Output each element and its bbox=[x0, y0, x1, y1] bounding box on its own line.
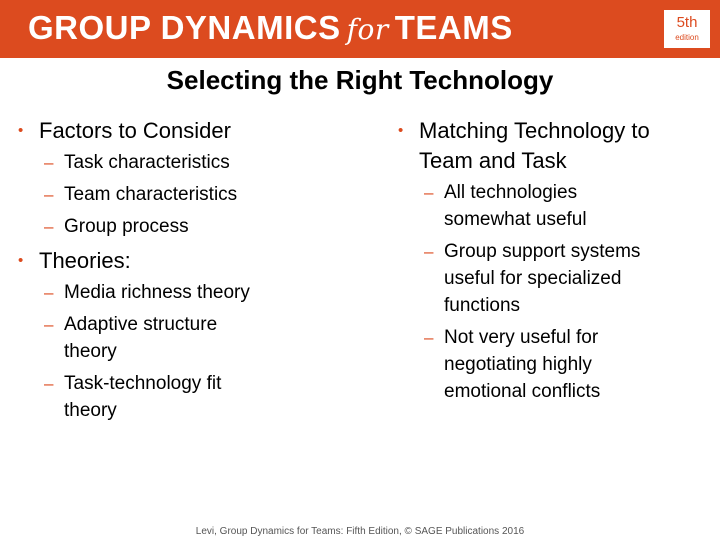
sub-bullet-text: Adaptive structure theory bbox=[64, 314, 218, 362]
sub-bullet-text: Team characteristics bbox=[64, 184, 238, 205]
dash-icon: – bbox=[44, 153, 54, 172]
dash-icon: – bbox=[44, 283, 54, 302]
slide-title: Selecting the Right Technology bbox=[166, 65, 554, 95]
bullet-dot-icon: • bbox=[18, 252, 24, 269]
sub-bullet-text: Media richness theory bbox=[64, 282, 250, 303]
sub-bullet-text: Group support systems useful for special… bbox=[444, 241, 641, 316]
edition-word: edition bbox=[675, 33, 699, 42]
bullet-dot-icon: • bbox=[398, 122, 404, 139]
bullet-dot-icon: • bbox=[18, 122, 24, 139]
sub-bullet: – Group support systems useful for specia… bbox=[419, 238, 689, 319]
dash-icon: – bbox=[44, 185, 54, 204]
sub-bullet-text: Task characteristics bbox=[64, 152, 230, 173]
bullet-theories: • Theories: – Media richness theory – Adap… bbox=[18, 246, 363, 424]
dash-icon: – bbox=[424, 242, 434, 261]
sub-bullet: – Adaptive structure theory bbox=[39, 311, 264, 365]
book-title-part2: TEAMS bbox=[394, 9, 513, 46]
sub-bullet: – Task characteristics bbox=[39, 149, 363, 176]
sub-bullet: – Team characteristics bbox=[39, 181, 363, 208]
dash-icon: – bbox=[44, 315, 54, 334]
edition-badge: 5th edition bbox=[664, 10, 710, 48]
dash-icon: – bbox=[44, 374, 54, 393]
sub-bullet-text: Group process bbox=[64, 216, 189, 237]
bullet-factors: • Factors to Consider – Task characterist… bbox=[18, 116, 363, 240]
left-column: • Factors to Consider – Task characterist… bbox=[18, 116, 363, 430]
edition-number: 5th bbox=[676, 14, 698, 31]
sub-bullet-text: Not very useful for negotiating highly e… bbox=[444, 327, 601, 402]
sub-bullet: – All technologies somewhat useful bbox=[419, 179, 629, 233]
sub-bullet: – Not very useful for negotiating highly … bbox=[419, 324, 659, 405]
header-banner: GROUP DYNAMICS for TEAMS 5th edition bbox=[0, 0, 720, 58]
dash-icon: – bbox=[424, 183, 434, 202]
dash-icon: – bbox=[424, 328, 434, 347]
sub-bullet-text: All technologies somewhat useful bbox=[444, 182, 587, 230]
sub-bullet: – Group process bbox=[39, 213, 363, 240]
sub-bullet-text: Task-technology fit theory bbox=[64, 373, 222, 421]
book-title: GROUP DYNAMICS for TEAMS bbox=[28, 9, 513, 47]
book-title-part1: GROUP DYNAMICS bbox=[28, 9, 341, 46]
dash-icon: – bbox=[44, 217, 54, 236]
sub-bullet: – Task-technology fit theory bbox=[39, 370, 264, 424]
bullet-matching: • Matching Technology to Team and Task –… bbox=[398, 116, 689, 405]
bullet-text: Factors to Consider bbox=[39, 118, 231, 143]
bullet-text: Matching Technology to Team and Task bbox=[419, 118, 650, 173]
sub-bullet: – Media richness theory bbox=[39, 279, 363, 306]
right-column: • Matching Technology to Team and Task –… bbox=[398, 116, 708, 411]
bullet-text: Theories: bbox=[39, 248, 131, 273]
footer-citation: Levi, Group Dynamics for Teams: Fifth Ed… bbox=[195, 526, 525, 537]
book-title-for: for bbox=[346, 13, 389, 46]
